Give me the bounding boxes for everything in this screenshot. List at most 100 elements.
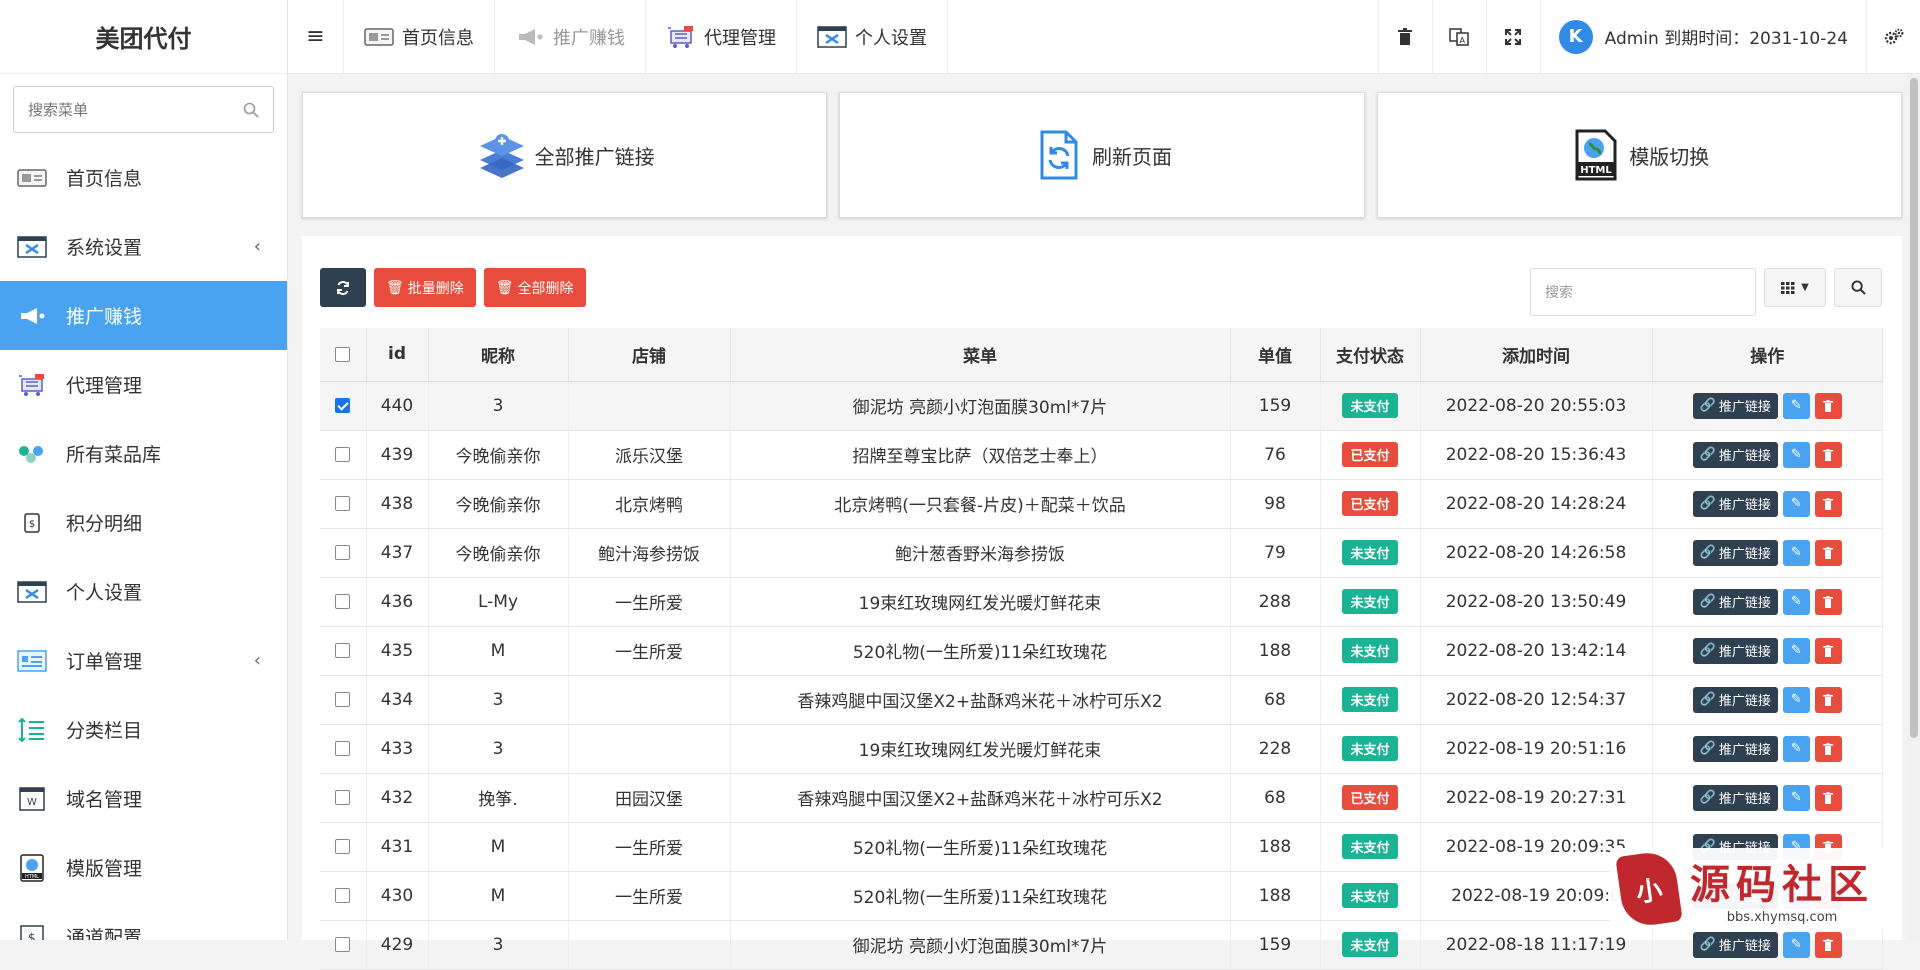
row-checkbox[interactable] xyxy=(335,937,351,952)
sidebar-item[interactable]: 个人设置 xyxy=(0,557,287,626)
sidebar-search-input[interactable] xyxy=(28,100,243,119)
page-scrollbar[interactable] xyxy=(1908,74,1920,940)
delete-button[interactable] xyxy=(1814,637,1842,664)
edit-button[interactable]: ✎ xyxy=(1782,686,1810,713)
sidebar-item[interactable]: HTML 模版管理 xyxy=(0,833,287,902)
row-select-cell[interactable] xyxy=(320,381,367,431)
row-checkbox[interactable] xyxy=(335,643,351,658)
sidebar-search[interactable] xyxy=(13,86,274,133)
row-select-cell[interactable] xyxy=(320,479,367,529)
promo-link-button[interactable]: 🔗推广链接 xyxy=(1692,784,1778,811)
row-select-cell[interactable] xyxy=(320,773,367,823)
row-checkbox[interactable] xyxy=(335,447,351,462)
table-row[interactable]: 439 今晚偷亲你 派乐汉堡 招牌至尊宝比萨（双倍芝士奉上） 76 已支付 2022-08-… xyxy=(320,430,1883,480)
promo-link-button[interactable]: 🔗推广链接 xyxy=(1692,637,1778,664)
translate-icon[interactable]: A xyxy=(1431,0,1486,73)
edit-button[interactable]: ✎ xyxy=(1782,931,1810,958)
sidebar-item[interactable]: 分类栏目 xyxy=(0,695,287,764)
row-select-cell[interactable] xyxy=(320,528,367,578)
scrollbar-thumb[interactable] xyxy=(1910,78,1918,738)
gears-icon[interactable] xyxy=(1866,0,1920,73)
row-select-cell[interactable] xyxy=(320,626,367,676)
row-checkbox[interactable] xyxy=(335,398,351,413)
promo-link-button[interactable]: 🔗推广链接 xyxy=(1692,490,1778,517)
row-select-cell[interactable] xyxy=(320,822,367,872)
delete-button[interactable] xyxy=(1814,686,1842,713)
top-tab[interactable]: 个人设置 xyxy=(797,0,948,73)
row-checkbox[interactable] xyxy=(335,496,351,511)
quick-action-card[interactable]: 刷新页面 xyxy=(839,92,1365,218)
row-select-cell[interactable] xyxy=(320,920,367,970)
delete-button[interactable] xyxy=(1814,588,1842,615)
edit-button[interactable]: ✎ xyxy=(1782,784,1810,811)
sidebar-item[interactable]: 所有菜品库 xyxy=(0,419,287,488)
table-row[interactable]: 437 今晚偷亲你 鲍汁海参捞饭 鲍汁葱香野米海参捞饭 79 未支付 2022-08-20 … xyxy=(320,528,1883,578)
sidebar-item[interactable]: W 域名管理 xyxy=(0,764,287,833)
edit-button[interactable]: ✎ xyxy=(1782,588,1810,615)
batch-delete-button[interactable]: 🗑 批量删除 xyxy=(374,268,476,307)
select-all-checkbox[interactable] xyxy=(335,346,351,362)
trash-icon[interactable] xyxy=(1377,0,1432,73)
sidebar-item[interactable]: $ 通道配置 xyxy=(0,902,287,940)
table-row[interactable]: 434 3 香辣鸡腿中国汉堡X2+盐酥鸡米花＋冰柠可乐X2 68 未支付 2022-08-… xyxy=(320,675,1883,725)
menu-toggle-icon[interactable]: ≡ xyxy=(288,0,344,73)
row-select-cell[interactable] xyxy=(320,430,367,480)
edit-button[interactable]: ✎ xyxy=(1782,441,1810,468)
edit-button[interactable]: ✎ xyxy=(1782,539,1810,566)
quick-action-card[interactable]: HTML 模版切换 xyxy=(1376,92,1902,218)
row-checkbox[interactable] xyxy=(335,692,351,707)
delete-button[interactable] xyxy=(1814,490,1842,517)
promo-link-button[interactable]: 🔗推广链接 xyxy=(1692,931,1778,958)
sidebar-item[interactable]: 首页信息 xyxy=(0,143,287,212)
promo-link-button[interactable]: 🔗推广链接 xyxy=(1692,539,1778,566)
search-button[interactable] xyxy=(1834,268,1882,307)
column-header[interactable]: id xyxy=(366,328,429,382)
edit-button[interactable]: ✎ xyxy=(1782,490,1810,517)
top-tab[interactable]: 代理管理 xyxy=(646,0,797,73)
sidebar-item[interactable]: 推广赚钱 xyxy=(0,281,287,350)
column-header[interactable]: 支付状态 xyxy=(1320,328,1421,382)
column-header[interactable]: 菜单 xyxy=(730,328,1231,382)
table-row[interactable]: 436 L-My 一生所爱 19束红玫瑰网红发光暖灯鲜花束 288 未支付 2022-08-… xyxy=(320,577,1883,627)
row-select-cell[interactable] xyxy=(320,577,367,627)
column-header[interactable]: 昵称 xyxy=(428,328,569,382)
sidebar-item[interactable]: $ 积分明细 xyxy=(0,488,287,557)
promo-link-button[interactable]: 🔗推广链接 xyxy=(1692,686,1778,713)
delete-button[interactable] xyxy=(1814,735,1842,762)
edit-button[interactable]: ✎ xyxy=(1782,637,1810,664)
top-tab[interactable]: 首页信息 xyxy=(344,0,495,73)
table-row[interactable]: 435 M 一生所爱 520礼物(一生所爱)11朵红玫瑰花 188 未支付 2022-08-… xyxy=(320,626,1883,676)
row-checkbox[interactable] xyxy=(335,594,351,609)
row-checkbox[interactable] xyxy=(335,790,351,805)
row-select-cell[interactable] xyxy=(320,675,367,725)
delete-all-button[interactable]: 🗑 全部删除 xyxy=(483,268,586,307)
column-header[interactable]: 店铺 xyxy=(568,328,731,382)
table-row[interactable]: 440 3 御泥坊 亮颜小灯泡面膜30ml*7片 159 未支付 2022-08-20 2… xyxy=(320,381,1883,431)
quick-action-card[interactable]: 全部推广链接 xyxy=(302,92,828,218)
table-row[interactable]: 438 今晚偷亲你 北京烤鸭 北京烤鸭(一只套餐-片皮)＋配菜＋饮品 98 已支付 2022… xyxy=(320,479,1883,529)
delete-button[interactable] xyxy=(1814,392,1842,419)
table-row[interactable]: 433 3 19束红玫瑰网红发光暖灯鲜花束 228 未支付 2022-08-19 20:5… xyxy=(320,724,1883,774)
delete-button[interactable] xyxy=(1814,784,1842,811)
row-checkbox[interactable] xyxy=(335,888,351,903)
row-checkbox[interactable] xyxy=(335,741,351,756)
column-header[interactable]: 单值 xyxy=(1230,328,1321,382)
sidebar-item[interactable]: 代理管理 xyxy=(0,350,287,419)
table-row[interactable]: 432 挽筝. 田园汉堡 香辣鸡腿中国汉堡X2+盐酥鸡米花＋冰柠可乐X2 68 已支付 20… xyxy=(320,773,1883,823)
row-checkbox[interactable] xyxy=(335,545,351,560)
sidebar-item[interactable]: 订单管理 ‹ xyxy=(0,626,287,695)
edit-button[interactable]: ✎ xyxy=(1782,735,1810,762)
delete-button[interactable] xyxy=(1814,931,1842,958)
promo-link-button[interactable]: 🔗推广链接 xyxy=(1692,588,1778,615)
top-tab[interactable]: 推广赚钱 xyxy=(495,0,646,73)
delete-button[interactable] xyxy=(1814,539,1842,566)
table-search-input[interactable]: 搜索 xyxy=(1530,268,1756,316)
row-checkbox[interactable] xyxy=(335,839,351,854)
refresh-button[interactable] xyxy=(320,268,366,307)
delete-button[interactable] xyxy=(1814,441,1842,468)
select-all-cell[interactable] xyxy=(320,328,367,382)
edit-button[interactable]: ✎ xyxy=(1782,392,1810,419)
sidebar-item[interactable]: 系统设置 ‹ xyxy=(0,212,287,281)
fullscreen-icon[interactable] xyxy=(1485,0,1540,73)
column-header[interactable]: 添加时间 xyxy=(1420,328,1653,382)
